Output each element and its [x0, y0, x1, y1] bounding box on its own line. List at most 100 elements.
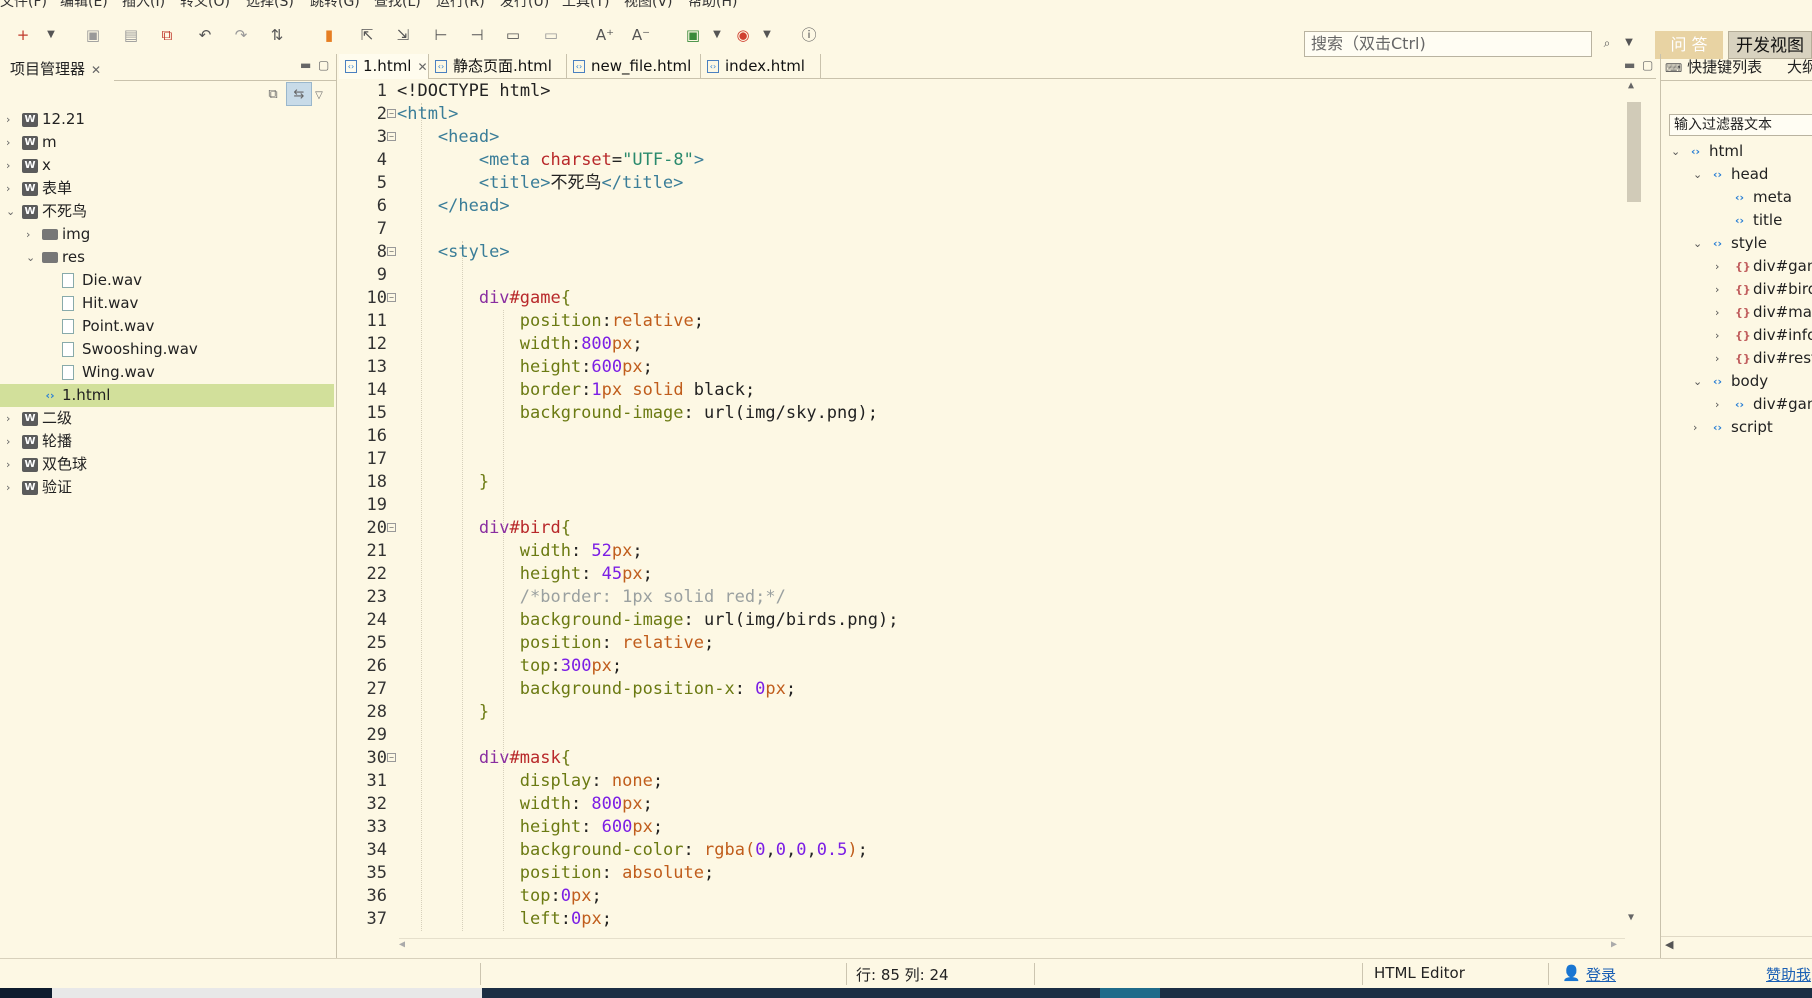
goto-line-icon[interactable]: ⇱ [356, 24, 378, 46]
outline-filter-input[interactable]: 输入过滤器文本 [1669, 114, 1812, 136]
scroll-left-icon[interactable]: ◀ [399, 939, 405, 950]
chevron-right-icon[interactable]: › [6, 154, 18, 177]
editor-tab[interactable]: ‹› new_file.html [567, 54, 701, 79]
maximize-icon[interactable]: ▢ [318, 58, 329, 72]
outline-item[interactable]: ⌄ ‹› head [1661, 163, 1812, 186]
outline-item[interactable]: › {}div#restart [1661, 347, 1812, 370]
tree-item[interactable]: Wing.wav [0, 361, 334, 384]
chevron-right-icon[interactable]: › [1715, 324, 1719, 347]
scroll-left-icon[interactable]: ◀ [1665, 938, 1673, 951]
chevron-right-icon[interactable]: › [6, 476, 18, 499]
outline-item[interactable]: ‹› title [1661, 209, 1812, 232]
font-decrease-icon[interactable]: A⁻ [630, 24, 652, 46]
editor-maximize-icon[interactable]: ▢ [1642, 58, 1653, 72]
chevron-down-icon[interactable]: ⌄ [26, 246, 38, 269]
editor-tab[interactable]: ‹› index.html [701, 54, 821, 79]
outline-item[interactable]: › {} div#info [1661, 324, 1812, 347]
tree-item[interactable]: Swooshing.wav [0, 338, 334, 361]
tree-item[interactable]: › W 表单 [0, 177, 334, 200]
menu-item[interactable]: 编辑(E) [60, 0, 108, 9]
menu-item[interactable]: 插入(I) [122, 0, 165, 9]
minimize-icon[interactable]: ▬ [300, 58, 311, 72]
outline-item[interactable]: › {}div#game [1661, 255, 1812, 278]
fold-toggle-icon[interactable]: − [387, 753, 396, 762]
new-icon[interactable]: + [12, 24, 34, 46]
tree-item[interactable]: › W 二级 [0, 407, 334, 430]
link-editor-icon[interactable]: ⇆ [286, 82, 312, 106]
fold-toggle-icon[interactable]: − [387, 132, 396, 141]
chevron-right-icon[interactable]: › [6, 453, 18, 476]
import-icon[interactable]: ⇲ [392, 24, 414, 46]
browser-icon[interactable]: ◉ [732, 24, 754, 46]
undo-icon[interactable]: ↶ [194, 24, 216, 46]
run-icon[interactable]: ▣ [682, 24, 704, 46]
outdent-icon[interactable]: ⊣ [466, 24, 488, 46]
tree-item[interactable]: › W 轮播 [0, 430, 334, 453]
tree-item[interactable]: ⌄ res [0, 246, 334, 269]
tree-item[interactable]: › W 双色球 [0, 453, 334, 476]
indent-icon[interactable]: ⊢ [430, 24, 452, 46]
chevron-right-icon[interactable]: › [6, 407, 18, 430]
font-increase-icon[interactable]: A⁺ [594, 24, 616, 46]
bookmark-icon[interactable]: ▮ [318, 24, 340, 46]
tree-item[interactable]: Die.wav [0, 269, 334, 292]
menu-item[interactable]: 视图(V) [624, 0, 673, 9]
scroll-thumb[interactable] [1627, 102, 1641, 202]
outline-horizontal-scrollbar[interactable]: ◀ [1661, 936, 1812, 954]
chevron-right-icon[interactable]: › [6, 108, 18, 131]
tree-item[interactable]: Hit.wav [0, 292, 334, 315]
close-icon[interactable]: ✕ [91, 63, 101, 77]
save-icon[interactable]: ▣ [82, 24, 104, 46]
info-icon[interactable]: ⓘ [798, 24, 820, 46]
chevron-right-icon[interactable]: › [1715, 278, 1719, 301]
chevron-right-icon[interactable]: › [1693, 416, 1697, 439]
tree-item[interactable]: Point.wav [0, 315, 334, 338]
close-file-icon[interactable]: ⧉ [156, 24, 178, 46]
outline-item[interactable]: ⌄ ‹› style [1661, 232, 1812, 255]
preview-icon[interactable]: ▭ [540, 24, 562, 46]
chevron-right-icon[interactable]: › [6, 177, 18, 200]
chevron-right-icon[interactable]: › [1715, 393, 1719, 416]
fold-toggle-icon[interactable]: − [387, 293, 396, 302]
search-icon[interactable]: ⌕ [1596, 32, 1618, 54]
save-all-icon[interactable]: ▤ [120, 24, 142, 46]
scroll-up-icon[interactable]: ▲ [1628, 80, 1634, 91]
editor-minimize-icon[interactable]: ▬ [1624, 58, 1635, 72]
outline-item[interactable]: › {}div#mask [1661, 301, 1812, 324]
fold-toggle-icon[interactable]: − [387, 247, 396, 256]
format-icon[interactable]: ⇅ [266, 24, 288, 46]
chevron-down-icon[interactable]: ⌄ [1693, 163, 1702, 186]
tree-item[interactable]: › img [0, 223, 334, 246]
editor-tab[interactable]: ‹› 静态页面.html [429, 54, 567, 79]
outline-tab[interactable]: 大纲 [1787, 54, 1812, 80]
menu-item[interactable]: 查找(L) [374, 0, 421, 9]
new-dropdown-icon[interactable]: ▼ [40, 24, 62, 46]
comment-icon[interactable]: ▭ [502, 24, 524, 46]
view-menu-icon[interactable]: ▽ [312, 84, 326, 108]
collapse-all-icon[interactable]: ⧉ [260, 83, 286, 107]
tree-item[interactable]: › W 验证 [0, 476, 334, 499]
chevron-right-icon[interactable]: › [6, 430, 18, 453]
run-dropdown-icon[interactable]: ▼ [706, 24, 728, 46]
outline-item[interactable]: ‹› meta [1661, 186, 1812, 209]
project-manager-tab[interactable]: 项目管理器 ✕ [0, 54, 114, 80]
browser-dropdown-icon[interactable]: ▼ [756, 24, 778, 46]
chevron-right-icon[interactable]: › [1715, 255, 1719, 278]
chevron-right-icon[interactable]: › [1715, 301, 1719, 324]
outline-item[interactable]: ⌄ ‹› html [1661, 140, 1812, 163]
chevron-down-icon[interactable]: ⌄ [6, 200, 18, 223]
outline-item[interactable]: › ‹› div#game [1661, 393, 1812, 416]
vertical-scrollbar[interactable]: ▲ ▼ [1625, 80, 1643, 926]
outline-item[interactable]: ⌄ ‹› body [1661, 370, 1812, 393]
code-editor[interactable]: 1 <!DOCTYPE html> 2− <html> 3− <head> 4 <meta c… [339, 80, 1656, 956]
editor-tab[interactable]: ‹› 1.html ✕ [339, 54, 429, 79]
horizontal-scrollbar[interactable]: ◀ ▶ [399, 938, 1625, 954]
outline-item[interactable]: › ‹› script [1661, 416, 1812, 439]
fold-toggle-icon[interactable]: − [387, 523, 396, 532]
chevron-right-icon[interactable]: › [6, 131, 18, 154]
menu-item[interactable]: 转义(O) [180, 0, 230, 9]
chevron-down-icon[interactable]: ⌄ [1671, 140, 1680, 163]
tree-item[interactable]: › Wx [0, 154, 334, 177]
tree-item[interactable]: ⌄ W 不死鸟 [0, 200, 334, 223]
fold-toggle-icon[interactable]: − [387, 109, 396, 118]
